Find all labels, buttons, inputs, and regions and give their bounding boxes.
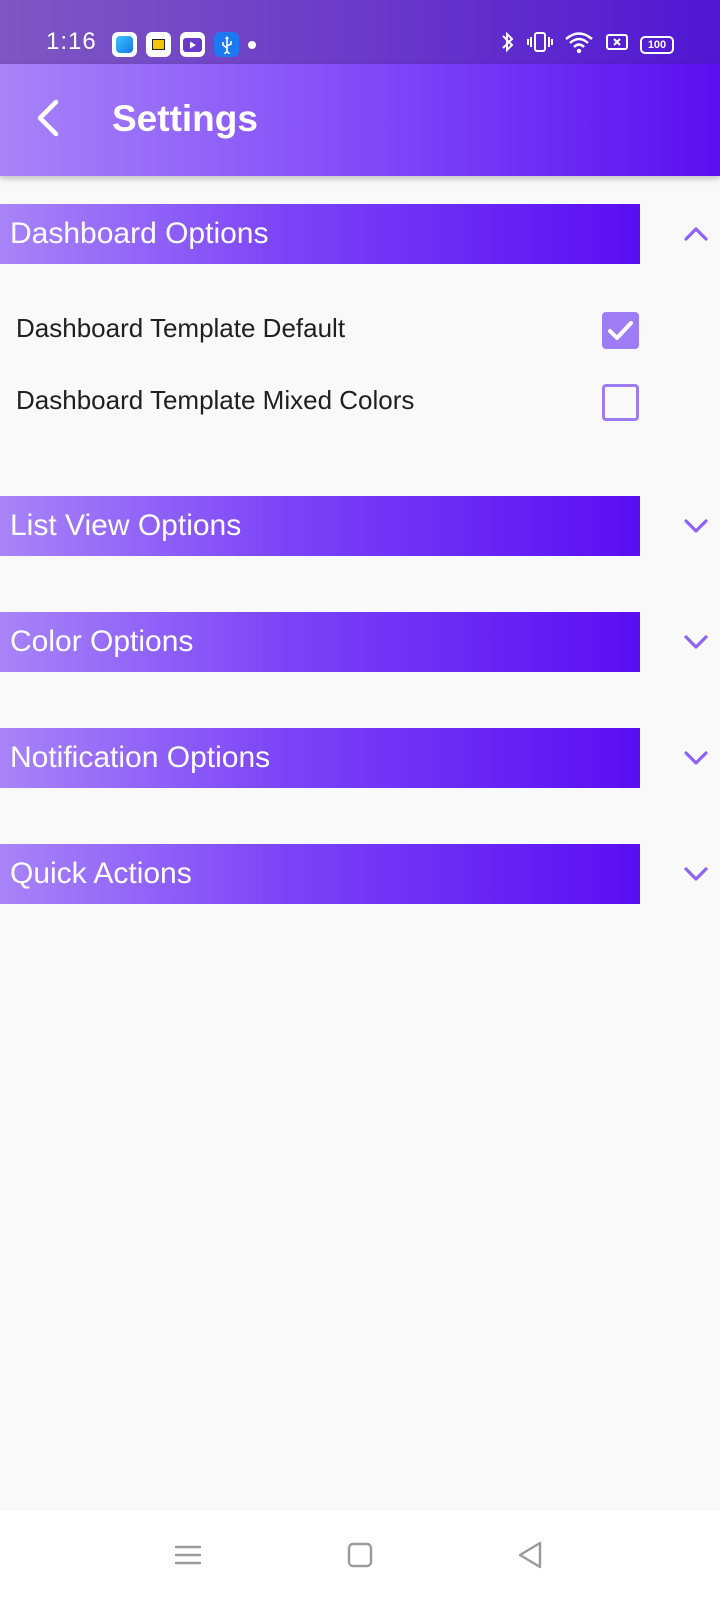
checkbox-checked[interactable] <box>602 312 639 349</box>
bluetooth-icon <box>500 30 516 59</box>
status-system-icons: 100 <box>500 30 674 59</box>
menu-button[interactable] <box>166 1535 210 1579</box>
option-label: Dashboard Template Default <box>16 313 346 343</box>
home-square-icon <box>347 1542 373 1573</box>
checkbox-unchecked[interactable] <box>602 384 639 421</box>
chevron-down-icon[interactable] <box>678 860 714 888</box>
option-dashboard-template-default[interactable]: Dashboard Template Default <box>0 300 720 360</box>
back-triangle-icon <box>516 1540 544 1575</box>
page-title: Settings <box>112 98 258 139</box>
home-button[interactable] <box>338 1535 382 1579</box>
system-nav-bar <box>0 1511 720 1600</box>
status-bar: 1:16 100 <box>0 0 720 64</box>
chevron-up-icon[interactable] <box>678 220 714 248</box>
section-header-notification-options[interactable]: Notification Options <box>0 728 640 788</box>
no-sim-icon <box>605 31 629 58</box>
nav-back-button[interactable] <box>508 1535 552 1579</box>
section-header-list-view-options[interactable]: List View Options <box>0 496 640 556</box>
chevron-down-icon[interactable] <box>678 628 714 656</box>
wifi-icon <box>564 30 594 59</box>
back-button[interactable] <box>24 94 72 146</box>
chevron-left-icon <box>34 98 62 143</box>
section-header-quick-actions[interactable]: Quick Actions <box>0 844 640 904</box>
battery-icon: 100 <box>640 35 674 54</box>
chevron-down-icon[interactable] <box>678 744 714 772</box>
vibrate-icon <box>527 30 553 59</box>
option-dashboard-template-mixed-colors[interactable]: Dashboard Template Mixed Colors <box>0 372 720 432</box>
usb-icon <box>214 32 239 57</box>
status-app-icons <box>112 32 256 57</box>
chevron-down-icon[interactable] <box>678 512 714 540</box>
option-label: Dashboard Template Mixed Colors <box>16 385 415 415</box>
status-time: 1:16 <box>46 28 97 55</box>
section-header-dashboard-options[interactable]: Dashboard Options <box>0 204 640 264</box>
yellow-app-icon <box>146 32 171 57</box>
notification-dot <box>248 40 256 49</box>
app-bar: Settings <box>0 64 720 176</box>
section-header-color-options[interactable]: Color Options <box>0 612 640 672</box>
generic-app-icon <box>112 32 137 57</box>
youtube-icon <box>180 32 205 57</box>
menu-icon <box>174 1543 202 1572</box>
